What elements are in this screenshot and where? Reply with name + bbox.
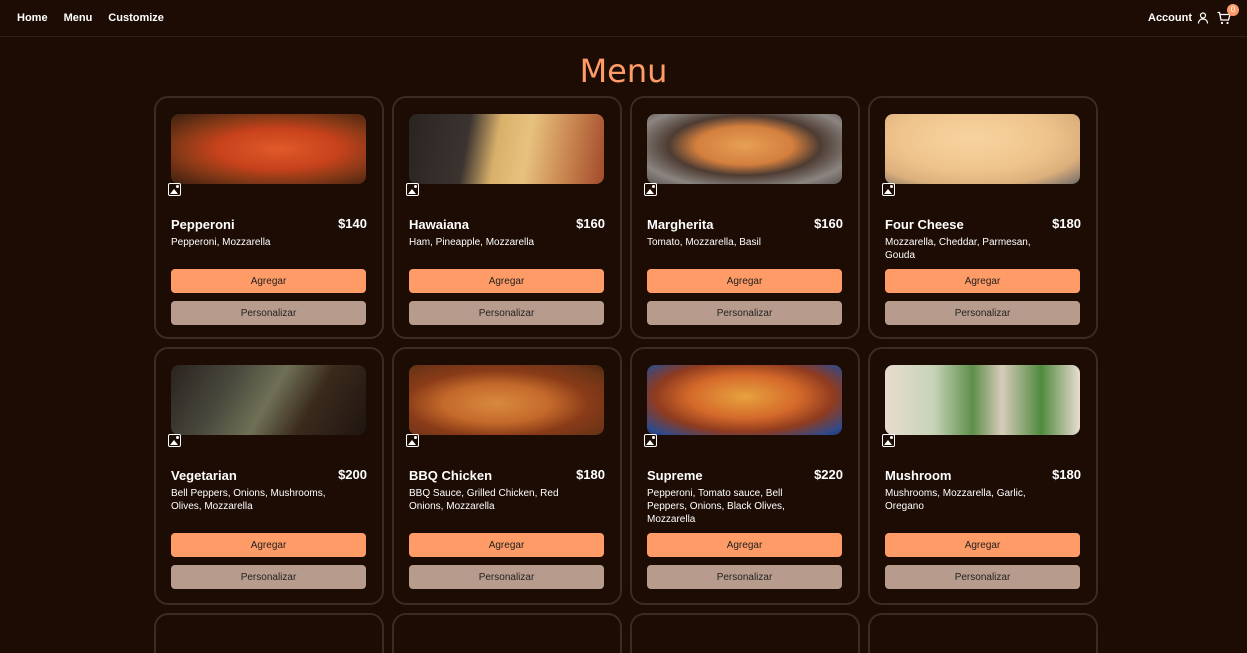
product-price: $160 bbox=[576, 216, 605, 231]
product-name: Vegetarian bbox=[171, 468, 237, 483]
image-icon bbox=[644, 434, 657, 447]
product-image bbox=[647, 365, 842, 435]
product-image bbox=[647, 114, 842, 184]
product-price: $160 bbox=[814, 216, 843, 231]
product-price: $180 bbox=[576, 467, 605, 482]
product-card: Hawaiana $160 Ham, Pineapple, Mozzarella… bbox=[392, 96, 622, 339]
image-icon bbox=[882, 434, 895, 447]
product-image bbox=[885, 365, 1080, 435]
add-button[interactable]: Agregar bbox=[885, 533, 1080, 557]
add-button[interactable]: Agregar bbox=[409, 269, 604, 293]
product-card: Four Cheese $180 Mozzarella, Cheddar, Pa… bbox=[868, 96, 1098, 339]
product-price: $180 bbox=[1052, 467, 1081, 482]
product-grid-row-2: Vegetarian $200 Bell Peppers, Onions, Mu… bbox=[154, 347, 1098, 605]
product-image bbox=[171, 365, 366, 435]
add-button[interactable]: Agregar bbox=[647, 533, 842, 557]
product-description: Mozzarella, Cheddar, Parmesan, Gouda bbox=[885, 237, 1031, 261]
customize-button[interactable]: Personalizar bbox=[885, 565, 1080, 589]
add-button[interactable]: Agregar bbox=[409, 533, 604, 557]
product-description: BBQ Sauce, Grilled Chicken, Red Onions, … bbox=[409, 488, 559, 512]
cart-button[interactable]: 0 bbox=[1217, 4, 1239, 27]
product-card: Margherita $160 Tomato, Mozzarella, Basi… bbox=[630, 96, 860, 339]
product-name: BBQ Chicken bbox=[409, 468, 493, 483]
image-icon bbox=[168, 434, 181, 447]
product-name: Supreme bbox=[647, 468, 703, 483]
product-card: Supreme $220 Pepperoni, Tomato sauce, Be… bbox=[630, 347, 860, 605]
image-icon bbox=[882, 183, 895, 196]
customize-button[interactable]: Personalizar bbox=[409, 565, 604, 589]
product-card bbox=[630, 613, 860, 653]
product-price: $200 bbox=[338, 467, 367, 482]
product-description: Mushrooms, Mozzarella, Garlic, Oregano bbox=[885, 488, 1026, 512]
customize-button[interactable]: Personalizar bbox=[885, 301, 1080, 325]
add-button[interactable]: Agregar bbox=[885, 269, 1080, 293]
user-icon bbox=[1197, 12, 1209, 24]
image-icon bbox=[406, 183, 419, 196]
image-icon bbox=[168, 183, 181, 196]
product-grid: Pepperoni $140 Pepperoni, Mozzarella Agr… bbox=[154, 96, 1098, 339]
product-name: Pepperoni bbox=[171, 217, 235, 232]
product-price: $220 bbox=[814, 467, 843, 482]
page-title: Menu bbox=[579, 52, 668, 90]
product-image bbox=[409, 365, 604, 435]
product-card: BBQ Chicken $180 BBQ Sauce, Grilled Chic… bbox=[392, 347, 622, 605]
nav-home-link[interactable]: Home bbox=[17, 12, 48, 24]
product-description: Bell Peppers, Onions, Mushrooms, Olives,… bbox=[171, 488, 326, 512]
customize-button[interactable]: Personalizar bbox=[171, 301, 366, 325]
product-image bbox=[885, 114, 1080, 184]
account-label: Account bbox=[1148, 12, 1192, 24]
add-button[interactable]: Agregar bbox=[647, 269, 842, 293]
product-price: $180 bbox=[1052, 216, 1081, 231]
product-image bbox=[409, 114, 604, 184]
product-description: Ham, Pineapple, Mozzarella bbox=[409, 237, 535, 248]
image-icon bbox=[406, 434, 419, 447]
product-image bbox=[171, 114, 366, 184]
add-button[interactable]: Agregar bbox=[171, 533, 366, 557]
product-card: Mushroom $180 Mushrooms, Mozzarella, Gar… bbox=[868, 347, 1098, 605]
product-name: Four Cheese bbox=[885, 217, 964, 232]
product-name: Mushroom bbox=[885, 468, 952, 483]
customize-button[interactable]: Personalizar bbox=[647, 565, 842, 589]
product-description: Pepperoni, Mozzarella bbox=[171, 237, 271, 248]
product-grid-row-3 bbox=[154, 613, 1098, 653]
product-card: Vegetarian $200 Bell Peppers, Onions, Mu… bbox=[154, 347, 384, 605]
product-description: Tomato, Mozzarella, Basil bbox=[647, 237, 761, 248]
product-card: Pepperoni $140 Pepperoni, Mozzarella Agr… bbox=[154, 96, 384, 339]
product-price: $140 bbox=[338, 216, 367, 231]
product-card bbox=[154, 613, 384, 653]
cart-count-badge: 0 bbox=[1227, 4, 1239, 16]
product-name: Margherita bbox=[647, 217, 714, 232]
account-button[interactable]: Account bbox=[1148, 12, 1209, 24]
customize-button[interactable]: Personalizar bbox=[647, 301, 842, 325]
product-card bbox=[868, 613, 1098, 653]
nav-menu-link[interactable]: Menu bbox=[64, 12, 93, 24]
image-icon bbox=[644, 183, 657, 196]
nav-customize-link[interactable]: Customize bbox=[108, 12, 164, 24]
top-navbar: Home Menu Customize Account 0 bbox=[0, 0, 1247, 37]
customize-button[interactable]: Personalizar bbox=[171, 565, 366, 589]
product-description: Pepperoni, Tomato sauce, Bell Peppers, O… bbox=[647, 488, 785, 525]
main-nav: Home Menu Customize bbox=[17, 12, 164, 24]
add-button[interactable]: Agregar bbox=[171, 269, 366, 293]
customize-button[interactable]: Personalizar bbox=[409, 301, 604, 325]
product-name: Hawaiana bbox=[409, 217, 469, 232]
product-card bbox=[392, 613, 622, 653]
